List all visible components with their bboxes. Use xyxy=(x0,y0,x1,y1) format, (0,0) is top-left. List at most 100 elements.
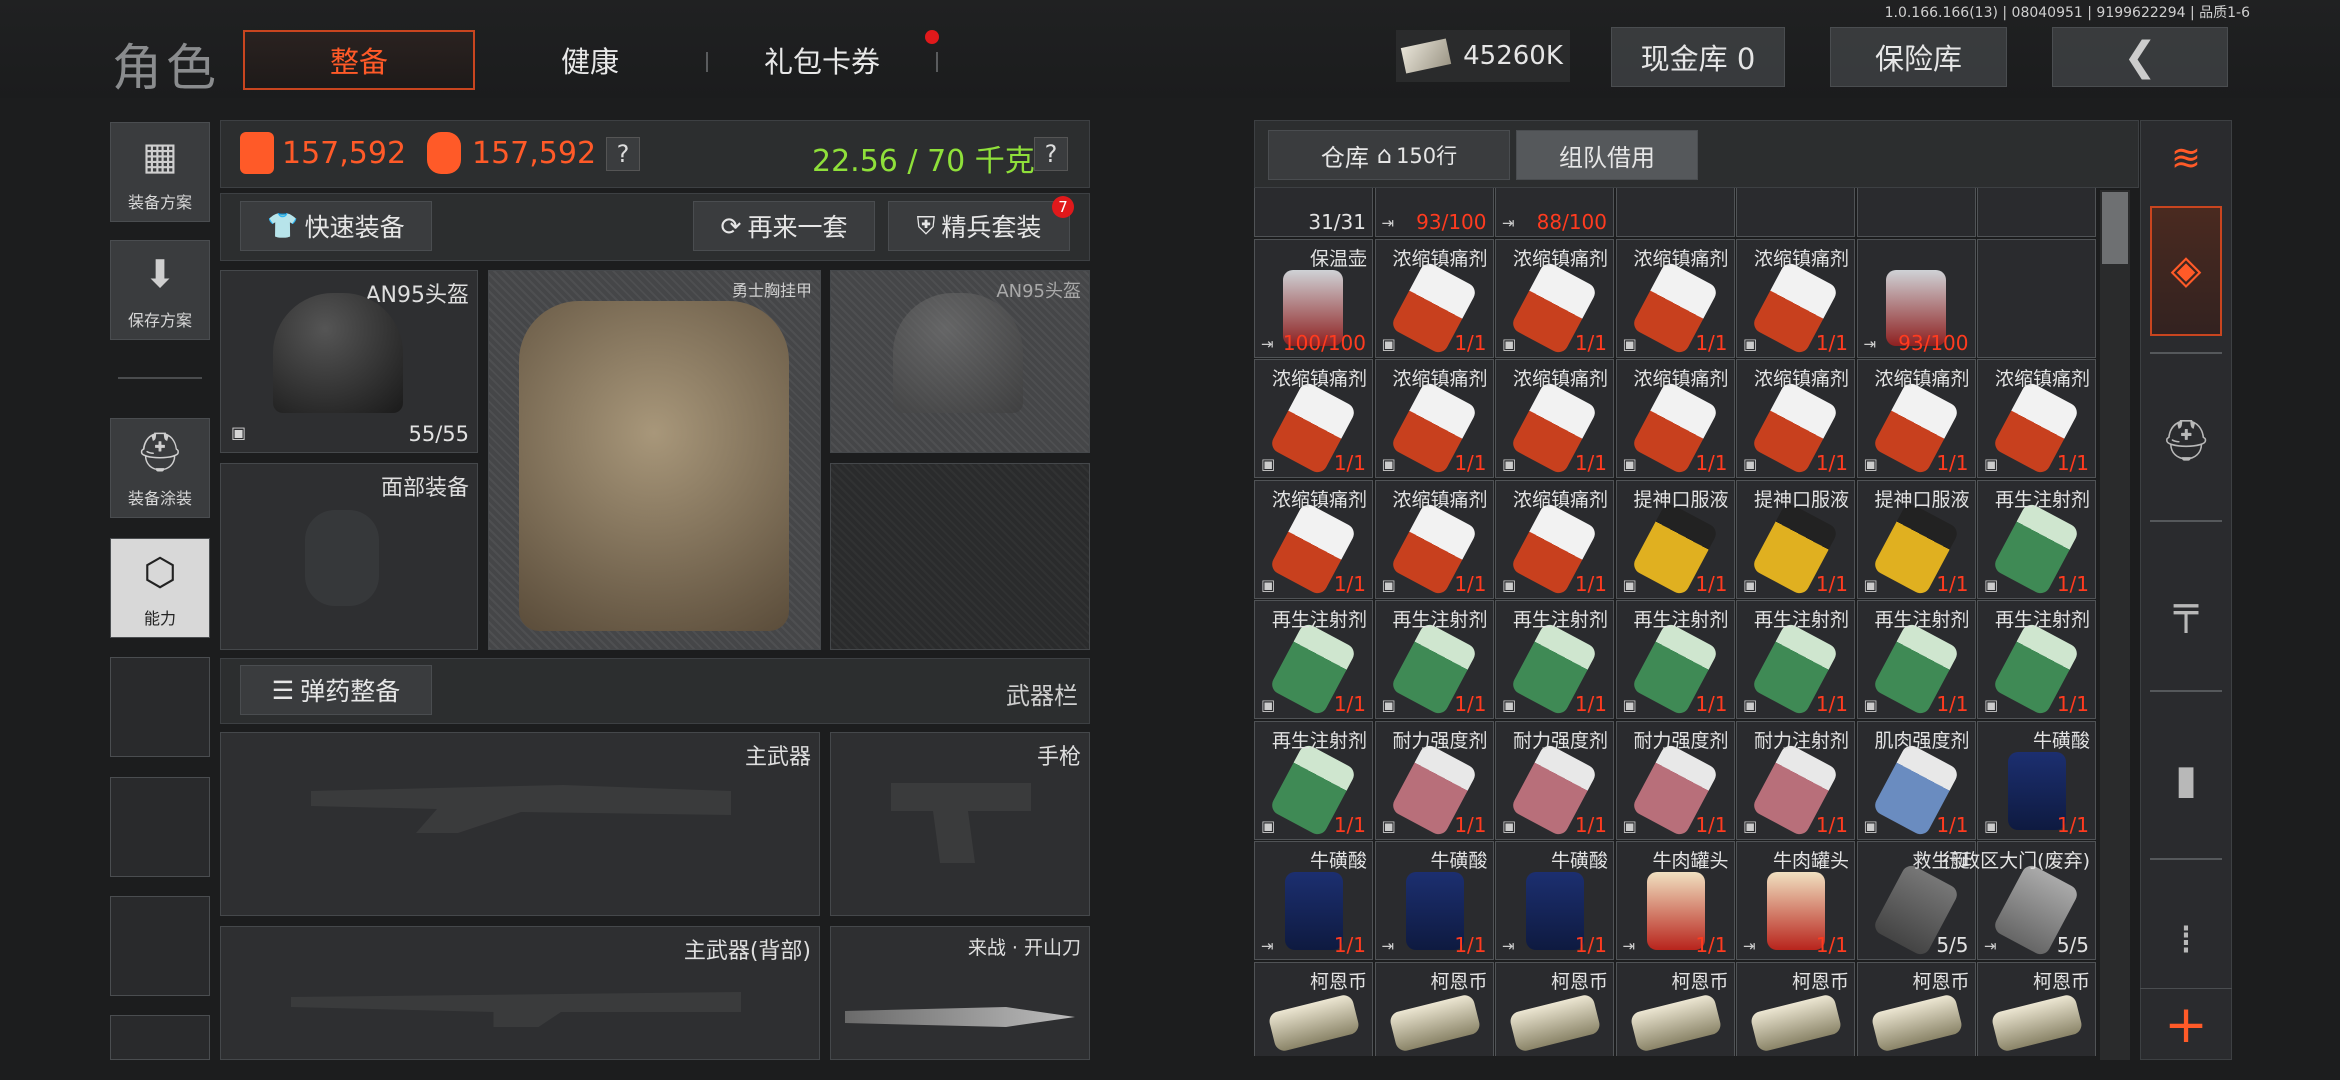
inventory-cell[interactable]: 牛肉罐头 1/1 ⇥ xyxy=(1736,841,1855,960)
empty-slot[interactable] xyxy=(110,1015,210,1060)
primary-back-slot[interactable]: 主武器(背部) xyxy=(220,926,820,1060)
inventory-cell[interactable]: 浓缩镇痛剂 1/1 ▣ xyxy=(1495,238,1614,358)
melee-slot[interactable]: 来战 · 开山刀 xyxy=(830,926,1090,1060)
ammo-icon[interactable]: ⁞ xyxy=(2140,900,2232,980)
insurance-vault-button[interactable]: 保险库 xyxy=(1830,27,2007,87)
inventory-cell[interactable]: 行政区大门(废弃) 5/5 ⇥ xyxy=(1942,841,2096,960)
inventory-cell[interactable]: 牛磺酸 1/1 ⇥ xyxy=(1495,841,1614,960)
inventory-cell[interactable]: 浓缩镇痛剂 1/1 ▣ xyxy=(1736,359,1855,478)
plus-icon[interactable]: + xyxy=(2140,988,2232,1060)
helmet-slot[interactable]: AN95头盔 ▣ 55/55 xyxy=(220,270,478,453)
inventory-cell[interactable]: 浓缩镇痛剂 1/1 ▣ xyxy=(1374,238,1494,358)
inventory-cell[interactable]: 浓缩镇痛剂 1/1 ▣ xyxy=(1495,479,1614,599)
back-button[interactable]: ❮ xyxy=(2052,27,2228,87)
elite-set-button[interactable]: ⛨ 精兵套装 xyxy=(888,201,1070,251)
inventory-cell[interactable]: 牛磺酸 1/1 ⇥ xyxy=(1254,841,1373,960)
inventory-cell[interactable]: 浓缩镇痛剂 1/1 ▣ xyxy=(1856,359,1976,478)
inventory-cell[interactable]: 再生注射剂 1/1 ▣ xyxy=(1977,600,2096,719)
inventory-cell[interactable]: 浓缩镇痛剂 1/1 ▣ xyxy=(1736,238,1855,358)
inventory-cell[interactable]: 浓缩镇痛剂 1/1 ▣ xyxy=(1615,238,1735,358)
tab-team-borrow[interactable]: 组队借用 xyxy=(1516,130,1698,180)
pistol-slot[interactable]: 手枪 xyxy=(830,732,1090,916)
inventory-cell[interactable]: 再生注射剂 1/1 ▣ xyxy=(1374,600,1494,719)
inventory-cell[interactable]: 31/31 xyxy=(1254,188,1373,237)
inventory-cell[interactable]: 柯恩币 xyxy=(1254,961,1373,1056)
helmet-icon[interactable]: ⛑ xyxy=(2140,405,2232,475)
helmet-slot-2[interactable]: AN95头盔 xyxy=(830,270,1090,453)
box-icon: ▣ xyxy=(1381,334,1396,353)
face-slot[interactable]: 面部装备 xyxy=(220,463,478,650)
primary-weapon-slot[interactable]: 主武器 xyxy=(220,732,820,916)
quick-equip-button[interactable]: 👕 快速装备 xyxy=(240,201,432,251)
inventory-cell[interactable]: 保温壶 100/100 ⇥ xyxy=(1254,238,1373,358)
inventory-cell[interactable]: 93/100 ⇥ xyxy=(1856,238,1976,358)
money-display[interactable]: 45260K xyxy=(1396,30,1570,82)
empty-slot[interactable] xyxy=(110,896,210,996)
inventory-cell[interactable]: 柯恩币 xyxy=(1374,961,1494,1056)
inventory-cell[interactable]: 耐力强度剂 1/1 ▣ xyxy=(1615,720,1735,840)
scrollbar-thumb[interactable] xyxy=(2102,192,2128,264)
inventory-cell[interactable]: 柯恩币 xyxy=(1977,961,2096,1056)
inventory-cell[interactable]: 浓缩镇痛剂 1/1 ▣ xyxy=(1374,359,1494,478)
inventory-cell[interactable]: 88/100 ⇥ xyxy=(1495,188,1614,237)
magazine-icon[interactable]: ▮ xyxy=(2140,740,2232,820)
inventory-cell[interactable]: 浓缩镇痛剂 1/1 ▣ xyxy=(1374,479,1494,599)
inventory-cell[interactable]: 柯恩币 xyxy=(1736,961,1855,1056)
sidebar-item-ability[interactable]: ⬡ 能力 xyxy=(110,538,210,638)
inventory-cell[interactable]: 提神口服液 1/1 ▣ xyxy=(1856,479,1976,599)
tab-warehouse[interactable]: 仓库 ⌂ 150行 xyxy=(1268,130,1510,180)
empty-slot[interactable] xyxy=(110,657,210,757)
inventory-cell[interactable]: 再生注射剂 1/1 ▣ xyxy=(1495,600,1614,719)
inventory-cell[interactable]: 耐力强度剂 1/1 ▣ xyxy=(1374,720,1494,840)
help-icon[interactable]: ? xyxy=(606,137,640,171)
inventory-cell[interactable]: 牛磺酸 1/1 ▣ xyxy=(1977,720,2096,840)
layers-refresh-icon[interactable]: ≋ xyxy=(2140,125,2232,191)
empty-gear-slot[interactable] xyxy=(830,463,1090,650)
sidebar-item-skin[interactable]: ⛑ 装备涂装 xyxy=(110,418,210,518)
inventory-cell[interactable]: 再生注射剂 1/1 ▣ xyxy=(1736,600,1855,719)
inventory-cell[interactable]: 再生注射剂 1/1 ▣ xyxy=(1615,600,1735,719)
pistol-image xyxy=(891,783,1031,863)
inventory-cell[interactable]: 浓缩镇痛剂 1/1 ▣ xyxy=(1254,479,1373,599)
inventory-cell[interactable]: 柯恩币 xyxy=(1495,961,1614,1056)
cash-vault-button[interactable]: 现金库 0 xyxy=(1611,27,1785,87)
inventory-cell[interactable]: 再生注射剂 1/1 ▣ xyxy=(1977,479,2096,599)
inventory-cell[interactable]: 柯恩币 xyxy=(1856,961,1976,1056)
item-count: 1/1 xyxy=(1695,692,1728,716)
scrollbar-track[interactable] xyxy=(2100,190,2130,1060)
vest-icon: ▦ xyxy=(142,134,178,178)
inventory-cell[interactable] xyxy=(1977,188,2096,237)
item-name: 柯恩币 xyxy=(1671,970,1729,993)
inventory-cell[interactable]: 耐力注射剂 1/1 ▣ xyxy=(1736,720,1855,840)
tab-gift-cards[interactable]: 礼包卡券 xyxy=(712,30,932,90)
empty-slot[interactable] xyxy=(110,777,210,877)
inventory-cell[interactable] xyxy=(1736,188,1855,237)
tab-health[interactable]: 健康 xyxy=(480,30,700,90)
ammo-button[interactable]: ☰ 弹药整备 xyxy=(240,665,432,715)
inventory-cell[interactable] xyxy=(1977,238,2096,358)
inventory-cell[interactable] xyxy=(1856,188,1976,237)
inventory-cell[interactable]: 再生注射剂 1/1 ▣ xyxy=(1856,600,1976,719)
inventory-cell[interactable]: 肌肉强度剂 1/1 ▣ xyxy=(1856,720,1976,840)
inventory-cell[interactable]: 浓缩镇痛剂 1/1 ▣ xyxy=(1615,359,1735,478)
inventory-cell[interactable]: 耐力强度剂 1/1 ▣ xyxy=(1495,720,1614,840)
inventory-cell[interactable]: 牛磺酸 1/1 ⇥ xyxy=(1374,841,1494,960)
inventory-cell[interactable]: 再生注射剂 1/1 ▣ xyxy=(1254,720,1373,840)
inventory-cell[interactable]: 浓缩镇痛剂 1/1 ▣ xyxy=(1977,359,2096,478)
inventory-cell[interactable]: 提神口服液 1/1 ▣ xyxy=(1615,479,1735,599)
sidebar-item-save[interactable]: ⬇ 保存方案 xyxy=(110,240,210,340)
inventory-cell[interactable]: 浓缩镇痛剂 1/1 ▣ xyxy=(1495,359,1614,478)
inventory-cell[interactable]: 93/100 ⇥ xyxy=(1374,188,1494,237)
sidebar-item-loadout[interactable]: ▦ 装备方案 xyxy=(110,122,210,222)
inventory-cell[interactable]: 牛肉罐头 1/1 ⇥ xyxy=(1615,841,1735,960)
inventory-cell[interactable]: 柯恩币 xyxy=(1615,961,1735,1056)
rifle-icon[interactable]: ╤ xyxy=(2140,575,2232,645)
inventory-cell[interactable]: 再生注射剂 1/1 ▣ xyxy=(1254,600,1373,719)
tab-equip[interactable]: 整备 xyxy=(243,30,475,90)
inventory-cell[interactable]: 浓缩镇痛剂 1/1 ▣ xyxy=(1254,359,1373,478)
inventory-cell[interactable] xyxy=(1615,188,1735,237)
armor-slot[interactable]: 勇士胸挂甲 xyxy=(488,270,821,650)
again-button[interactable]: ⟳ 再来一套 xyxy=(693,201,875,251)
inventory-cell[interactable]: 提神口服液 1/1 ▣ xyxy=(1736,479,1855,599)
help-icon[interactable]: ? xyxy=(1034,137,1068,171)
